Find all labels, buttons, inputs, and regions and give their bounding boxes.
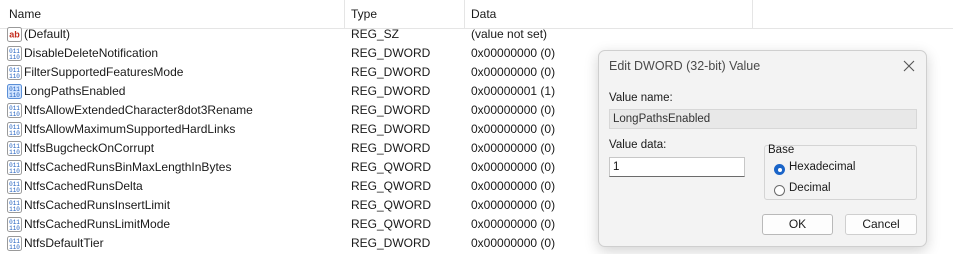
binary-value-icon: 011 110 bbox=[7, 236, 22, 251]
value-data: 0x00000000 (0) bbox=[471, 217, 556, 231]
value-name: NtfsDefaultTier bbox=[24, 236, 104, 250]
binary-value-icon: 011 110 bbox=[7, 160, 22, 175]
value-type: REG_QWORD bbox=[351, 160, 432, 174]
cancel-button[interactable]: Cancel bbox=[845, 214, 917, 235]
binary-value-icon: 011 110 bbox=[7, 179, 22, 194]
value-name: NtfsAllowExtendedCharacter8dot3Rename bbox=[24, 103, 253, 117]
value-name: NtfsCachedRunsDelta bbox=[24, 179, 143, 193]
binary-value-icon: 011 110 bbox=[7, 122, 22, 137]
value-name: FilterSupportedFeaturesMode bbox=[24, 65, 184, 79]
column-divider[interactable] bbox=[344, 0, 345, 28]
value-data: 0x00000000 (0) bbox=[471, 236, 556, 250]
value-data: 0x00000001 (1) bbox=[471, 84, 556, 98]
value-name: LongPathsEnabled bbox=[24, 84, 126, 98]
svg-text:110: 110 bbox=[9, 54, 20, 61]
value-name: NtfsBugcheckOnCorrupt bbox=[24, 141, 155, 155]
binary-value-icon: 011 110 bbox=[7, 103, 22, 118]
ok-button[interactable]: OK bbox=[762, 214, 833, 235]
value-name: DisableDeleteNotification bbox=[24, 46, 159, 60]
binary-value-icon: 011 110 bbox=[7, 46, 22, 61]
svg-text:110: 110 bbox=[9, 130, 20, 137]
column-divider[interactable] bbox=[464, 0, 465, 28]
column-header-type[interactable]: Type bbox=[351, 0, 377, 28]
value-name: NtfsCachedRunsLimitMode bbox=[24, 217, 171, 231]
value-data: 0x00000000 (0) bbox=[471, 179, 556, 193]
svg-text:110: 110 bbox=[9, 225, 20, 232]
svg-text:110: 110 bbox=[9, 111, 20, 118]
value-type: REG_DWORD bbox=[351, 84, 431, 98]
svg-text:ab: ab bbox=[9, 30, 20, 40]
value-type: REG_DWORD bbox=[351, 141, 431, 155]
value-data: 0x00000000 (0) bbox=[471, 141, 556, 155]
edit-dword-dialog: Edit DWORD (32-bit) Value Value name: Lo… bbox=[598, 50, 927, 247]
binary-value-icon: 011 110 bbox=[7, 65, 22, 80]
value-name: NtfsCachedRunsInsertLimit bbox=[24, 198, 171, 212]
decimal-radio[interactable] bbox=[774, 185, 785, 196]
value-type: REG_QWORD bbox=[351, 217, 432, 231]
value-type: REG_SZ bbox=[351, 27, 400, 41]
value-type: REG_DWORD bbox=[351, 46, 431, 60]
svg-text:110: 110 bbox=[9, 187, 20, 194]
value-type: REG_DWORD bbox=[351, 122, 431, 136]
value-name: NtfsAllowMaximumSupportedHardLinks bbox=[24, 122, 236, 136]
value-data: 0x00000000 (0) bbox=[471, 122, 556, 136]
binary-value-icon: 011 110 bbox=[7, 84, 22, 99]
base-group: Base Hexadecimal Decimal bbox=[764, 144, 917, 200]
value-data-input[interactable]: 1 bbox=[609, 157, 745, 177]
table-row[interactable]: ab (Default) REG_SZ (value not set) bbox=[0, 25, 953, 44]
column-header-name[interactable]: Name bbox=[9, 0, 41, 28]
svg-text:110: 110 bbox=[9, 149, 20, 156]
value-type: REG_DWORD bbox=[351, 65, 431, 79]
value-name-label: Value name: bbox=[609, 92, 673, 104]
svg-text:110: 110 bbox=[9, 168, 20, 175]
value-name-field: LongPathsEnabled bbox=[609, 109, 917, 129]
value-name: (Default) bbox=[24, 27, 71, 41]
value-data: (value not set) bbox=[471, 27, 548, 41]
decimal-label[interactable]: Decimal bbox=[789, 182, 831, 194]
close-icon[interactable] bbox=[898, 55, 920, 77]
column-divider[interactable] bbox=[752, 0, 753, 28]
value-data: 0x00000000 (0) bbox=[471, 46, 556, 60]
value-data: 0x00000000 (0) bbox=[471, 160, 556, 174]
value-data-label: Value data: bbox=[609, 139, 667, 151]
hexadecimal-radio[interactable] bbox=[774, 164, 785, 175]
value-data: 0x00000000 (0) bbox=[471, 65, 556, 79]
binary-value-icon: 011 110 bbox=[7, 141, 22, 156]
hexadecimal-label[interactable]: Hexadecimal bbox=[789, 161, 855, 173]
svg-text:110: 110 bbox=[9, 92, 20, 99]
value-data: 0x00000000 (0) bbox=[471, 103, 556, 117]
dialog-title: Edit DWORD (32-bit) Value bbox=[609, 59, 761, 73]
binary-value-icon: 011 110 bbox=[7, 198, 22, 213]
binary-value-icon: 011 110 bbox=[7, 217, 22, 232]
svg-text:110: 110 bbox=[9, 73, 20, 80]
value-type: REG_DWORD bbox=[351, 236, 431, 250]
value-name: NtfsCachedRunsBinMaxLengthInBytes bbox=[24, 160, 232, 174]
value-type: REG_QWORD bbox=[351, 179, 432, 193]
value-data: 0x00000000 (0) bbox=[471, 198, 556, 212]
base-group-label: Base bbox=[768, 144, 795, 156]
svg-text:110: 110 bbox=[9, 206, 20, 213]
svg-text:110: 110 bbox=[9, 244, 20, 251]
value-type: REG_QWORD bbox=[351, 198, 432, 212]
value-type: REG_DWORD bbox=[351, 103, 431, 117]
column-header-data[interactable]: Data bbox=[471, 0, 496, 28]
string-value-icon: ab bbox=[7, 27, 22, 42]
